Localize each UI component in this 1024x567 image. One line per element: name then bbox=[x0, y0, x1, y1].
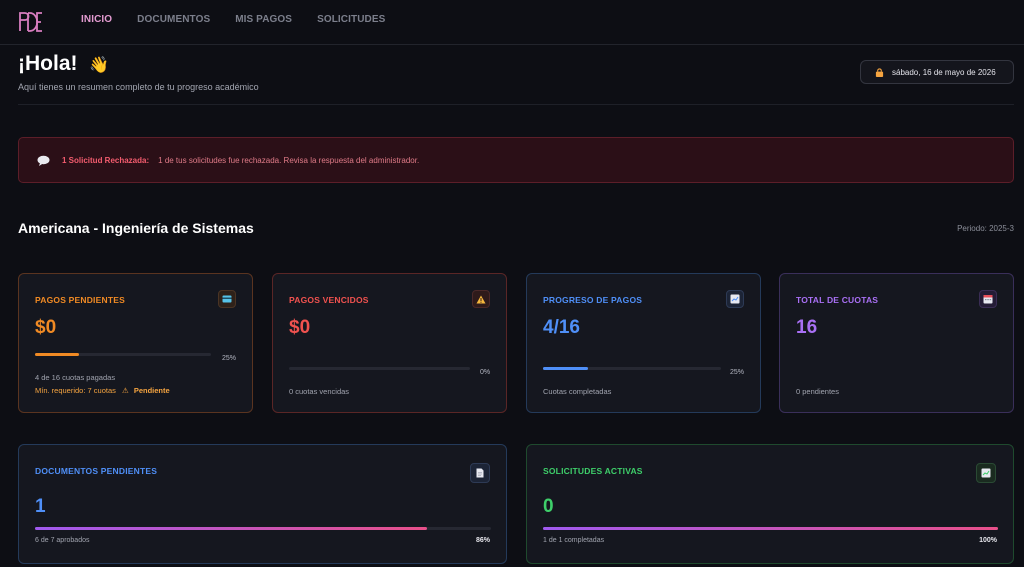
period-label: Periodo: 2025-3 bbox=[957, 224, 1014, 233]
card-progreso-pagos: PROGRESO DE PAGOS 4/16 25% Cuotas comple… bbox=[526, 273, 761, 413]
calendar-icon bbox=[979, 290, 997, 308]
card-value: $0 bbox=[289, 317, 311, 338]
card-documentos-pendientes: DOCUMENTOS PENDIENTES 1 6 de 7 aprobados… bbox=[18, 444, 507, 564]
card-title: PAGOS VENCIDOS bbox=[289, 295, 369, 305]
alert-title: 1 Solicitud Rechazada: bbox=[62, 155, 150, 165]
progress-percent: 86% bbox=[475, 537, 490, 544]
progress-percent: 25% bbox=[222, 355, 237, 362]
date-badge: sábado, 16 de mayo de 2026 bbox=[860, 60, 1014, 84]
card-pagos-pendientes: PAGOS PENDIENTES $0 25% 4 de 16 cuotas p… bbox=[18, 273, 253, 413]
card-title: PAGOS PENDIENTES bbox=[35, 295, 125, 305]
top-navbar: INICIO DOCUMENTOS MIS PAGOS SOLICITUDES bbox=[0, 0, 1024, 45]
chart-icon bbox=[726, 290, 744, 308]
progress-track bbox=[543, 527, 998, 530]
warning-icon: ⚠ bbox=[121, 386, 129, 395]
progress-track bbox=[289, 367, 470, 370]
card-note: 1 de 1 completadas bbox=[543, 537, 605, 544]
minimum-required: Mín. requerido: 7 cuotas ⚠ Pendiente bbox=[35, 386, 170, 395]
progress-fill bbox=[35, 353, 79, 356]
nav-mis-pagos[interactable]: MIS PAGOS bbox=[235, 14, 292, 25]
alert-message: 1 de tus solicitudes fue rechazada. Revi… bbox=[158, 155, 420, 165]
card-value: 0 bbox=[543, 496, 554, 517]
warning-icon bbox=[472, 290, 490, 308]
card-note: 6 de 7 aprobados bbox=[35, 537, 90, 544]
minimum-required-text: Mín. requerido: 7 cuotas bbox=[35, 386, 116, 395]
card-value: 16 bbox=[796, 317, 818, 338]
progress-percent: 25% bbox=[730, 369, 745, 376]
card-value: 1 bbox=[35, 496, 46, 517]
program-title: Americana - Ingeniería de Sistemas bbox=[18, 220, 254, 236]
progress-fill bbox=[35, 527, 428, 530]
nav-documentos[interactable]: DOCUMENTOS bbox=[137, 14, 210, 25]
progress-track bbox=[35, 527, 491, 530]
progress-percent: 0% bbox=[480, 369, 491, 376]
card-title: TOTAL DE CUOTAS bbox=[796, 295, 879, 305]
card-note: 4 de 16 cuotas pagadas bbox=[35, 373, 116, 382]
logo-icon[interactable] bbox=[18, 9, 44, 35]
progress-track bbox=[543, 367, 721, 370]
card-note: 0 pendientes bbox=[796, 387, 839, 396]
nav-solicitudes[interactable]: SOLICITUDES bbox=[317, 14, 385, 25]
card-note: 0 cuotas vencidas bbox=[289, 387, 350, 396]
pending-status: Pendiente bbox=[133, 386, 170, 395]
credit-card-icon bbox=[218, 290, 236, 308]
progress-track bbox=[35, 353, 211, 356]
wave-icon: 👋 bbox=[89, 57, 109, 74]
greeting-subtitle: Aquí tienes un resumen completo de tu pr… bbox=[18, 82, 259, 92]
greeting-title: ¡Hola! bbox=[18, 52, 78, 75]
date-text: sábado, 16 de mayo de 2026 bbox=[892, 67, 996, 77]
lock-icon bbox=[875, 67, 884, 77]
card-title: PROGRESO DE PAGOS bbox=[543, 295, 643, 305]
card-value: $0 bbox=[35, 317, 57, 338]
rejected-request-alert: 1 Solicitud Rechazada: 1 de tus solicitu… bbox=[18, 137, 1014, 183]
card-value: 4/16 bbox=[543, 317, 580, 338]
progress-percent: 100% bbox=[979, 537, 997, 544]
progress-fill bbox=[543, 367, 588, 370]
card-note: Cuotas completadas bbox=[543, 387, 612, 396]
nav-inicio[interactable]: INICIO bbox=[81, 14, 112, 25]
chart-icon bbox=[976, 463, 996, 483]
card-title: DOCUMENTOS PENDIENTES bbox=[35, 466, 158, 476]
card-total-cuotas: TOTAL DE CUOTAS 16 0 pendientes bbox=[779, 273, 1014, 413]
card-pagos-vencidos: PAGOS VENCIDOS $0 0% 0 cuotas vencidas bbox=[272, 273, 507, 413]
document-icon bbox=[470, 463, 490, 483]
header-divider bbox=[18, 104, 1014, 105]
card-solicitudes-activas: SOLICITUDES ACTIVAS 0 1 de 1 completadas… bbox=[526, 444, 1014, 564]
speech-bubble-icon bbox=[37, 155, 50, 166]
progress-fill bbox=[543, 527, 998, 530]
card-title: SOLICITUDES ACTIVAS bbox=[543, 466, 643, 476]
